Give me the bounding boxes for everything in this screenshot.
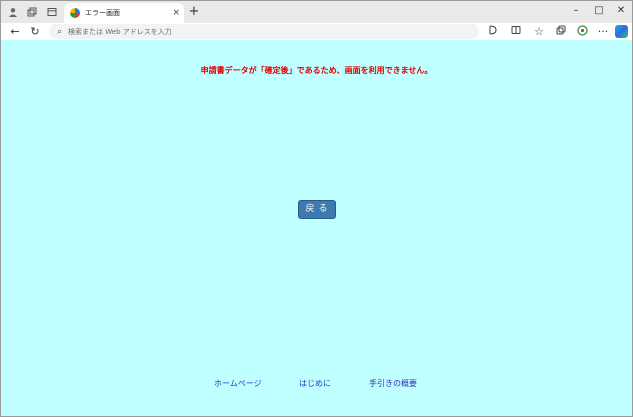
maximize-button[interactable]: □	[591, 4, 607, 18]
tab-close-icon[interactable]: ×	[172, 8, 180, 18]
back-arrow-icon[interactable]: ←	[8, 25, 22, 38]
active-tab[interactable]: エラー画面 ×	[64, 3, 184, 23]
read-aloud-icon[interactable]	[486, 25, 500, 38]
footer-link-home[interactable]: ホームページ	[214, 378, 262, 389]
back-button[interactable]: 戻る	[298, 200, 336, 219]
collections-icon[interactable]	[554, 25, 568, 38]
minimize-button[interactable]: –	[568, 4, 584, 18]
favorites-icon[interactable]: ☆	[532, 25, 546, 38]
tab-strip: エラー画面 × + – □ ✕	[1, 1, 632, 23]
tab-favicon-icon	[70, 8, 80, 18]
copilot-icon[interactable]	[615, 25, 628, 38]
split-screen-icon[interactable]	[509, 25, 523, 38]
more-icon[interactable]: ···	[596, 25, 610, 38]
address-bar[interactable]: ⌕ 検索または Web アドレスを入力	[49, 24, 479, 39]
browser-window: エラー画面 × + – □ ✕ ← ↻ ⌕ 検索または Web アドレスを入力 …	[0, 0, 633, 417]
tab-actions-icon[interactable]	[45, 5, 59, 19]
browser-toolbar: ← ↻ ⌕ 検索または Web アドレスを入力 ☆ ···	[1, 23, 632, 40]
refresh-icon[interactable]: ↻	[28, 25, 42, 38]
close-window-button[interactable]: ✕	[613, 4, 629, 18]
footer-link-introduction[interactable]: はじめに	[299, 378, 331, 389]
tab-title: エラー画面	[85, 9, 120, 17]
error-message: 申請書データが「確定後」であるため、画面を利用できません。	[200, 66, 433, 75]
profile-icon[interactable]	[6, 5, 20, 19]
workspaces-icon[interactable]	[25, 5, 39, 19]
footer-link-guide-overview[interactable]: 手引きの概要	[369, 378, 417, 389]
new-tab-button[interactable]: +	[187, 5, 201, 19]
address-placeholder: 検索または Web アドレスを入力	[68, 27, 172, 36]
page-viewport: 申請書データが「確定後」であるため、画面を利用できません。 戻る ホームページ …	[1, 40, 632, 416]
search-icon: ⌕	[57, 26, 63, 37]
extensions-icon[interactable]	[575, 25, 589, 38]
